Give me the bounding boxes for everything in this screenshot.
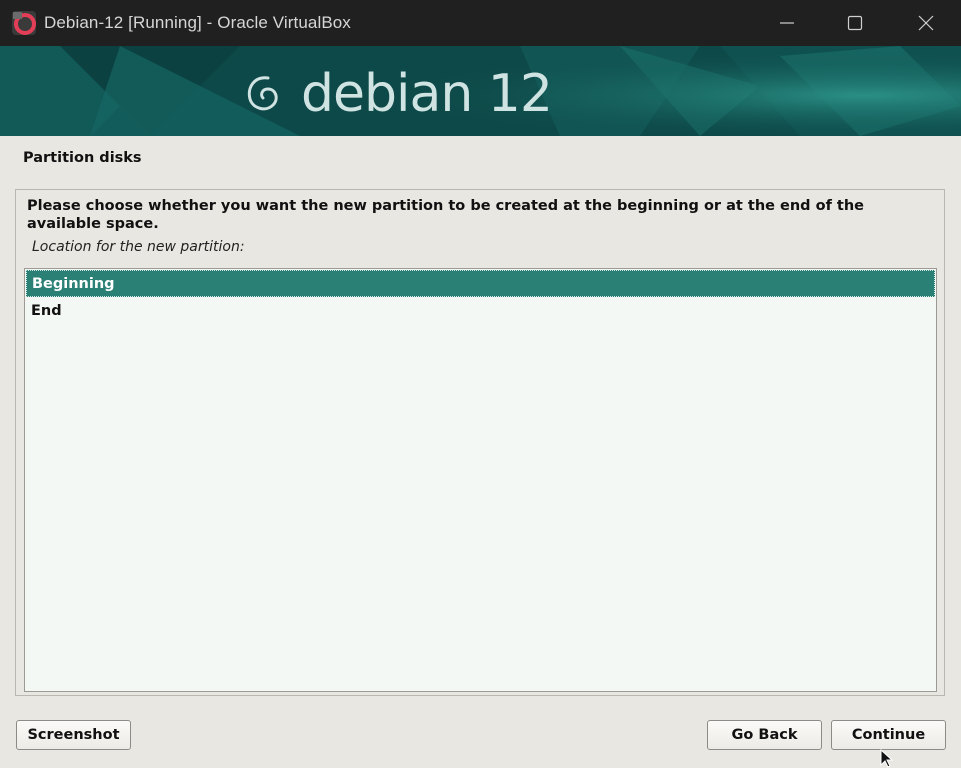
maximize-button[interactable] xyxy=(820,0,890,46)
list-item-end[interactable]: End xyxy=(26,298,935,325)
debian-banner: debian 12 xyxy=(0,46,961,136)
banner-title: debian 12 xyxy=(301,64,553,124)
continue-button[interactable]: Continue xyxy=(831,720,946,750)
close-icon xyxy=(918,15,934,31)
list-item-beginning[interactable]: Beginning xyxy=(26,270,935,297)
virtualbox-app-icon xyxy=(12,11,36,35)
go-back-button[interactable]: Go Back xyxy=(707,720,822,750)
close-button[interactable] xyxy=(891,0,961,46)
virtualbox-window: Debian-12 [Running] - Oracle VirtualBox xyxy=(0,0,961,768)
question-text: Please choose whether you want the new p… xyxy=(27,198,865,232)
title-bar[interactable]: Debian-12 [Running] - Oracle VirtualBox xyxy=(0,0,961,46)
maximize-icon xyxy=(847,15,863,31)
minimize-icon xyxy=(780,22,794,24)
debian-swirl-icon xyxy=(247,76,278,111)
window-title: Debian-12 [Running] - Oracle VirtualBox xyxy=(44,13,351,32)
screenshot-button[interactable]: Screenshot xyxy=(16,720,131,750)
minimize-button[interactable] xyxy=(752,0,822,46)
partition-location-list[interactable]: Beginning End xyxy=(24,268,937,692)
mouse-cursor-icon xyxy=(880,749,894,768)
page-title: Partition disks xyxy=(23,150,142,166)
field-label: Location for the new partition: xyxy=(32,239,245,255)
